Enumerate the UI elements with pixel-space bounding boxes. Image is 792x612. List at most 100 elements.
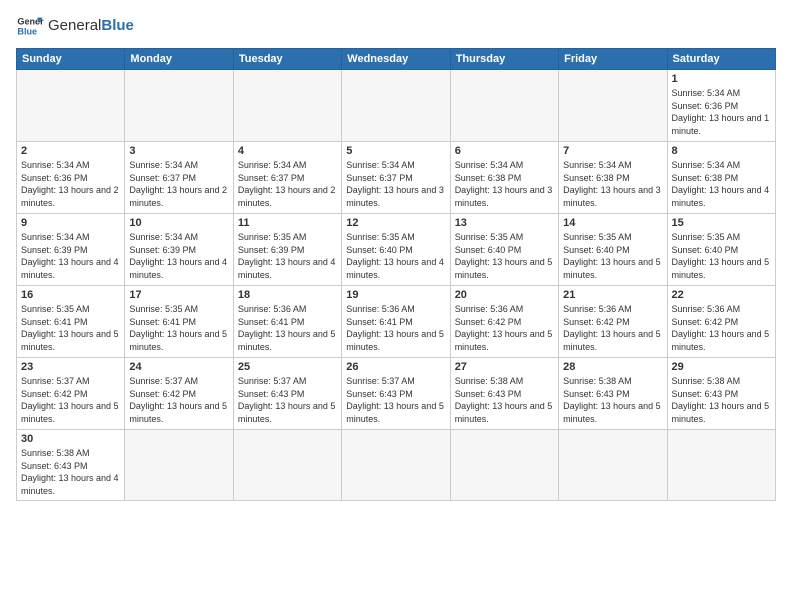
- day-number: 7: [563, 145, 662, 157]
- day-number: 4: [238, 145, 337, 157]
- calendar-cell: [667, 430, 775, 501]
- day-info: Sunrise: 5:38 AM Sunset: 6:43 PM Dayligh…: [563, 375, 662, 425]
- calendar-cell: [559, 70, 667, 142]
- day-number: 24: [129, 361, 228, 373]
- calendar-week-6: 30 Sunrise: 5:38 AM Sunset: 6:43 PM Dayli…: [17, 430, 776, 501]
- logo: General Blue GeneralBlue: [16, 12, 134, 40]
- day-info: Sunrise: 5:38 AM Sunset: 6:43 PM Dayligh…: [455, 375, 554, 425]
- calendar-cell: [559, 430, 667, 501]
- calendar-cell: 16 Sunrise: 5:35 AM Sunset: 6:41 PM Dayli…: [17, 286, 125, 358]
- day-number: 30: [21, 433, 120, 445]
- calendar-cell: 28Sunrise: 5:38 AM Sunset: 6:43 PM Dayli…: [559, 358, 667, 430]
- calendar-cell: 2 Sunrise: 5:34 AM Sunset: 6:36 PM Daylig…: [17, 142, 125, 214]
- calendar-cell: 20 Sunrise: 5:36 AM Sunset: 6:42 PM Dayli…: [450, 286, 558, 358]
- calendar-cell: [233, 70, 341, 142]
- calendar-cell: [125, 430, 233, 501]
- svg-text:Blue: Blue: [17, 26, 37, 36]
- day-info: Sunrise: 5:35 AM Sunset: 6:40 PM Dayligh…: [563, 231, 662, 281]
- day-info: Sunrise: 5:35 AM Sunset: 6:40 PM Dayligh…: [346, 231, 445, 281]
- calendar-cell: 25 Sunrise: 5:37 AM Sunset: 6:43 PM Dayli…: [233, 358, 341, 430]
- day-info: Sunrise: 5:36 AM Sunset: 6:42 PM Dayligh…: [672, 303, 771, 353]
- day-info: Sunrise: 5:35 AM Sunset: 6:41 PM Dayligh…: [129, 303, 228, 353]
- calendar-cell: 23Sunrise: 5:37 AM Sunset: 6:42 PM Dayli…: [17, 358, 125, 430]
- day-number: 12: [346, 217, 445, 229]
- day-number: 25: [238, 361, 337, 373]
- calendar-cell: 17 Sunrise: 5:35 AM Sunset: 6:41 PM Dayli…: [125, 286, 233, 358]
- calendar-week-4: 16 Sunrise: 5:35 AM Sunset: 6:41 PM Dayli…: [17, 286, 776, 358]
- day-info: Sunrise: 5:35 AM Sunset: 6:41 PM Dayligh…: [21, 303, 120, 353]
- day-number: 10: [129, 217, 228, 229]
- day-number: 6: [455, 145, 554, 157]
- generalblue-logo-icon: General Blue: [16, 12, 44, 40]
- calendar-cell: 9Sunrise: 5:34 AM Sunset: 6:39 PM Daylig…: [17, 214, 125, 286]
- day-info: Sunrise: 5:34 AM Sunset: 6:36 PM Dayligh…: [21, 159, 120, 209]
- day-number: 29: [672, 361, 771, 373]
- calendar-cell: 15Sunrise: 5:35 AM Sunset: 6:40 PM Dayli…: [667, 214, 775, 286]
- day-number: 3: [129, 145, 228, 157]
- day-number: 20: [455, 289, 554, 301]
- day-info: Sunrise: 5:34 AM Sunset: 6:37 PM Dayligh…: [238, 159, 337, 209]
- calendar-cell: [450, 70, 558, 142]
- day-info: Sunrise: 5:37 AM Sunset: 6:43 PM Dayligh…: [346, 375, 445, 425]
- day-number: 9: [21, 217, 120, 229]
- day-info: Sunrise: 5:34 AM Sunset: 6:36 PM Dayligh…: [672, 87, 771, 137]
- day-info: Sunrise: 5:37 AM Sunset: 6:43 PM Dayligh…: [238, 375, 337, 425]
- calendar-cell: 7 Sunrise: 5:34 AM Sunset: 6:38 PM Daylig…: [559, 142, 667, 214]
- calendar-cell: 11 Sunrise: 5:35 AM Sunset: 6:39 PM Dayli…: [233, 214, 341, 286]
- day-number: 13: [455, 217, 554, 229]
- calendar-week-5: 23Sunrise: 5:37 AM Sunset: 6:42 PM Dayli…: [17, 358, 776, 430]
- calendar-cell: 24 Sunrise: 5:37 AM Sunset: 6:42 PM Dayli…: [125, 358, 233, 430]
- day-number: 11: [238, 217, 337, 229]
- calendar-cell: 21Sunrise: 5:36 AM Sunset: 6:42 PM Dayli…: [559, 286, 667, 358]
- calendar-cell: 18Sunrise: 5:36 AM Sunset: 6:41 PM Dayli…: [233, 286, 341, 358]
- day-info: Sunrise: 5:35 AM Sunset: 6:40 PM Dayligh…: [455, 231, 554, 281]
- day-info: Sunrise: 5:38 AM Sunset: 6:43 PM Dayligh…: [21, 447, 120, 497]
- day-info: Sunrise: 5:34 AM Sunset: 6:38 PM Dayligh…: [672, 159, 771, 209]
- day-number: 26: [346, 361, 445, 373]
- day-info: Sunrise: 5:36 AM Sunset: 6:41 PM Dayligh…: [346, 303, 445, 353]
- weekday-header-friday: Friday: [559, 49, 667, 70]
- calendar-cell: 22 Sunrise: 5:36 AM Sunset: 6:42 PM Dayli…: [667, 286, 775, 358]
- day-number: 8: [672, 145, 771, 157]
- day-number: 16: [21, 289, 120, 301]
- calendar-cell: 4 Sunrise: 5:34 AM Sunset: 6:37 PM Daylig…: [233, 142, 341, 214]
- calendar-cell: 19 Sunrise: 5:36 AM Sunset: 6:41 PM Dayli…: [342, 286, 450, 358]
- calendar-cell: 26 Sunrise: 5:37 AM Sunset: 6:43 PM Dayli…: [342, 358, 450, 430]
- calendar-cell: 12 Sunrise: 5:35 AM Sunset: 6:40 PM Dayli…: [342, 214, 450, 286]
- day-number: 2: [21, 145, 120, 157]
- day-info: Sunrise: 5:37 AM Sunset: 6:42 PM Dayligh…: [129, 375, 228, 425]
- day-number: 21: [563, 289, 662, 301]
- calendar-cell: 6Sunrise: 5:34 AM Sunset: 6:38 PM Daylig…: [450, 142, 558, 214]
- weekday-header-saturday: Saturday: [667, 49, 775, 70]
- calendar-cell: 30 Sunrise: 5:38 AM Sunset: 6:43 PM Dayli…: [17, 430, 125, 501]
- weekday-header-thursday: Thursday: [450, 49, 558, 70]
- logo-text: GeneralBlue: [48, 18, 134, 35]
- day-number: 17: [129, 289, 228, 301]
- day-info: Sunrise: 5:34 AM Sunset: 6:39 PM Dayligh…: [129, 231, 228, 281]
- calendar-cell: [450, 430, 558, 501]
- day-info: Sunrise: 5:36 AM Sunset: 6:41 PM Dayligh…: [238, 303, 337, 353]
- weekday-header-row: SundayMondayTuesdayWednesdayThursdayFrid…: [17, 49, 776, 70]
- calendar-cell: 3Sunrise: 5:34 AM Sunset: 6:37 PM Daylig…: [125, 142, 233, 214]
- calendar-cell: [342, 430, 450, 501]
- calendar-cell: 29 Sunrise: 5:38 AM Sunset: 6:43 PM Dayli…: [667, 358, 775, 430]
- weekday-header-wednesday: Wednesday: [342, 49, 450, 70]
- day-number: 22: [672, 289, 771, 301]
- day-info: Sunrise: 5:37 AM Sunset: 6:42 PM Dayligh…: [21, 375, 120, 425]
- calendar-week-2: 2 Sunrise: 5:34 AM Sunset: 6:36 PM Daylig…: [17, 142, 776, 214]
- calendar-cell: 5Sunrise: 5:34 AM Sunset: 6:37 PM Daylig…: [342, 142, 450, 214]
- day-number: 1: [672, 73, 771, 85]
- weekday-header-monday: Monday: [125, 49, 233, 70]
- day-info: Sunrise: 5:38 AM Sunset: 6:43 PM Dayligh…: [672, 375, 771, 425]
- calendar-cell: 1 Sunrise: 5:34 AM Sunset: 6:36 PM Daylig…: [667, 70, 775, 142]
- day-number: 19: [346, 289, 445, 301]
- day-info: Sunrise: 5:36 AM Sunset: 6:42 PM Dayligh…: [455, 303, 554, 353]
- day-info: Sunrise: 5:34 AM Sunset: 6:38 PM Dayligh…: [563, 159, 662, 209]
- calendar-cell: 14Sunrise: 5:35 AM Sunset: 6:40 PM Dayli…: [559, 214, 667, 286]
- header: General Blue GeneralBlue: [16, 12, 776, 40]
- weekday-header-sunday: Sunday: [17, 49, 125, 70]
- day-number: 27: [455, 361, 554, 373]
- day-info: Sunrise: 5:35 AM Sunset: 6:39 PM Dayligh…: [238, 231, 337, 281]
- calendar-cell: [17, 70, 125, 142]
- calendar-week-1: 1 Sunrise: 5:34 AM Sunset: 6:36 PM Daylig…: [17, 70, 776, 142]
